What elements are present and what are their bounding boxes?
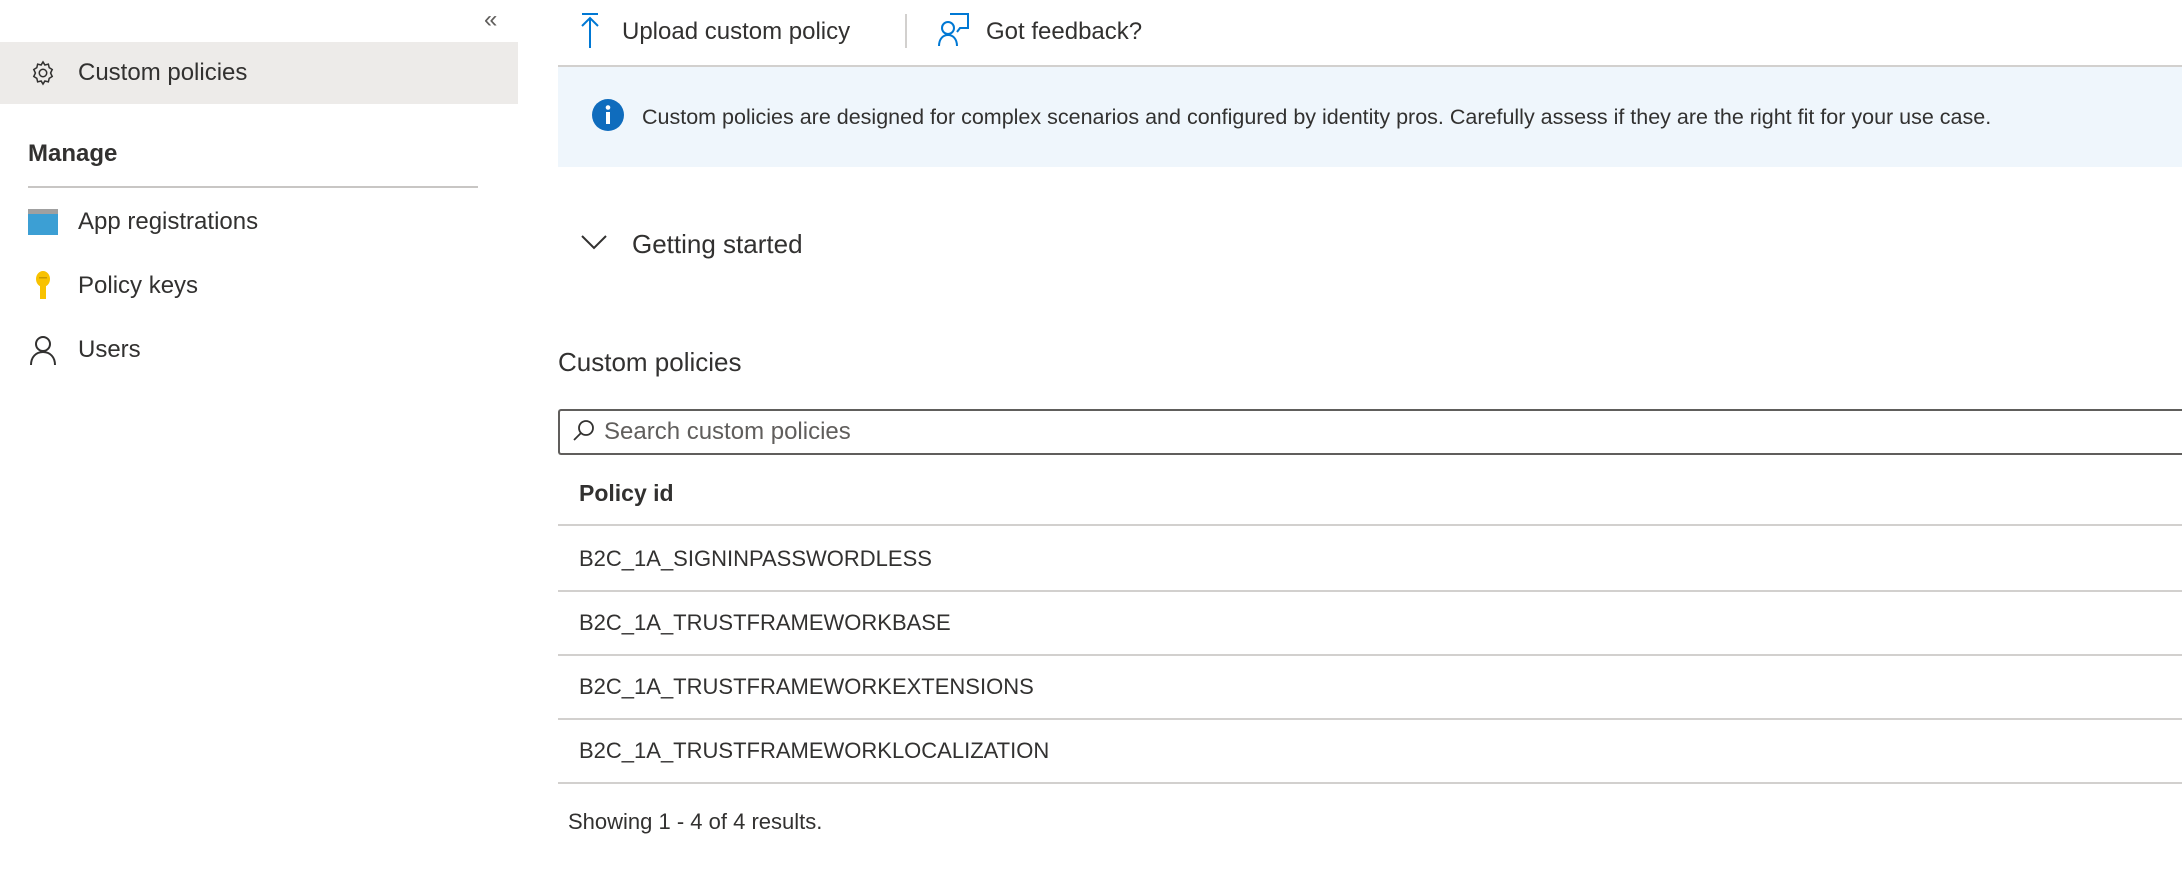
double-chevron-left-icon: « bbox=[484, 6, 498, 33]
table-row[interactable]: B2C_1A_TRUSTFRAMEWORKBASE bbox=[558, 592, 2182, 656]
upload-icon bbox=[578, 12, 602, 53]
user-icon bbox=[28, 335, 58, 365]
getting-started-label: Getting started bbox=[632, 228, 803, 259]
sidebar-item-policy-keys[interactable]: Policy keys bbox=[0, 259, 518, 313]
info-banner: Custom policies are designed for complex… bbox=[558, 67, 2182, 167]
divider bbox=[28, 186, 478, 188]
info-icon bbox=[592, 98, 624, 136]
feedback-label: Got feedback? bbox=[986, 18, 1143, 45]
search-icon bbox=[572, 418, 596, 447]
sidebar: « Custom policies Manage App registratio… bbox=[0, 0, 518, 888]
got-feedback-button[interactable]: Got feedback? bbox=[938, 12, 1142, 52]
sidebar-item-users[interactable]: Users bbox=[0, 323, 518, 377]
table-row[interactable]: B2C_1A_TRUSTFRAMEWORKLOCALIZATION bbox=[558, 720, 2182, 784]
policy-id-cell[interactable]: B2C_1A_TRUSTFRAMEWORKEXTENSIONS bbox=[579, 674, 1034, 700]
gear-icon bbox=[28, 58, 58, 88]
table-row[interactable]: B2C_1A_SIGNINPASSWORDLESS bbox=[558, 528, 2182, 592]
policies-heading: Custom policies bbox=[558, 347, 742, 377]
chevron-down-icon bbox=[580, 234, 608, 255]
sidebar-item-label: Custom policies bbox=[78, 59, 248, 86]
policy-id-cell[interactable]: B2C_1A_SIGNINPASSWORDLESS bbox=[579, 546, 932, 572]
sidebar-item-label: App registrations bbox=[78, 208, 259, 235]
search-placeholder: Search custom policies bbox=[604, 418, 851, 445]
policy-id-cell[interactable]: B2C_1A_TRUSTFRAMEWORKBASE bbox=[579, 610, 951, 636]
key-icon bbox=[28, 271, 58, 301]
feedback-icon bbox=[938, 12, 970, 53]
toolbar-separator bbox=[905, 14, 907, 48]
column-header-policy-id[interactable]: Policy id bbox=[579, 480, 674, 507]
table-row[interactable]: B2C_1A_TRUSTFRAMEWORKEXTENSIONS bbox=[558, 656, 2182, 720]
getting-started-toggle[interactable]: Getting started bbox=[580, 224, 803, 264]
sidebar-item-app-registrations[interactable]: App registrations bbox=[0, 195, 518, 249]
policy-id-cell[interactable]: B2C_1A_TRUSTFRAMEWORKLOCALIZATION bbox=[579, 738, 1049, 764]
results-count: Showing 1 - 4 of 4 results. bbox=[568, 809, 823, 834]
table-header: Policy id bbox=[558, 462, 2182, 526]
sidebar-item-label: Users bbox=[78, 336, 141, 363]
sidebar-item-custom-policies[interactable]: Custom policies bbox=[0, 46, 518, 100]
manage-section-label: Manage bbox=[28, 140, 118, 167]
collapse-sidebar-button[interactable]: « bbox=[484, 6, 497, 34]
info-banner-text: Custom policies are designed for complex… bbox=[642, 104, 1992, 129]
sidebar-item-label: Policy keys bbox=[78, 272, 199, 299]
upload-label: Upload custom policy bbox=[622, 18, 851, 45]
app-registrations-icon bbox=[28, 207, 58, 237]
upload-custom-policy-button[interactable]: Upload custom policy bbox=[578, 12, 850, 52]
search-input[interactable]: Search custom policies bbox=[558, 409, 2182, 455]
